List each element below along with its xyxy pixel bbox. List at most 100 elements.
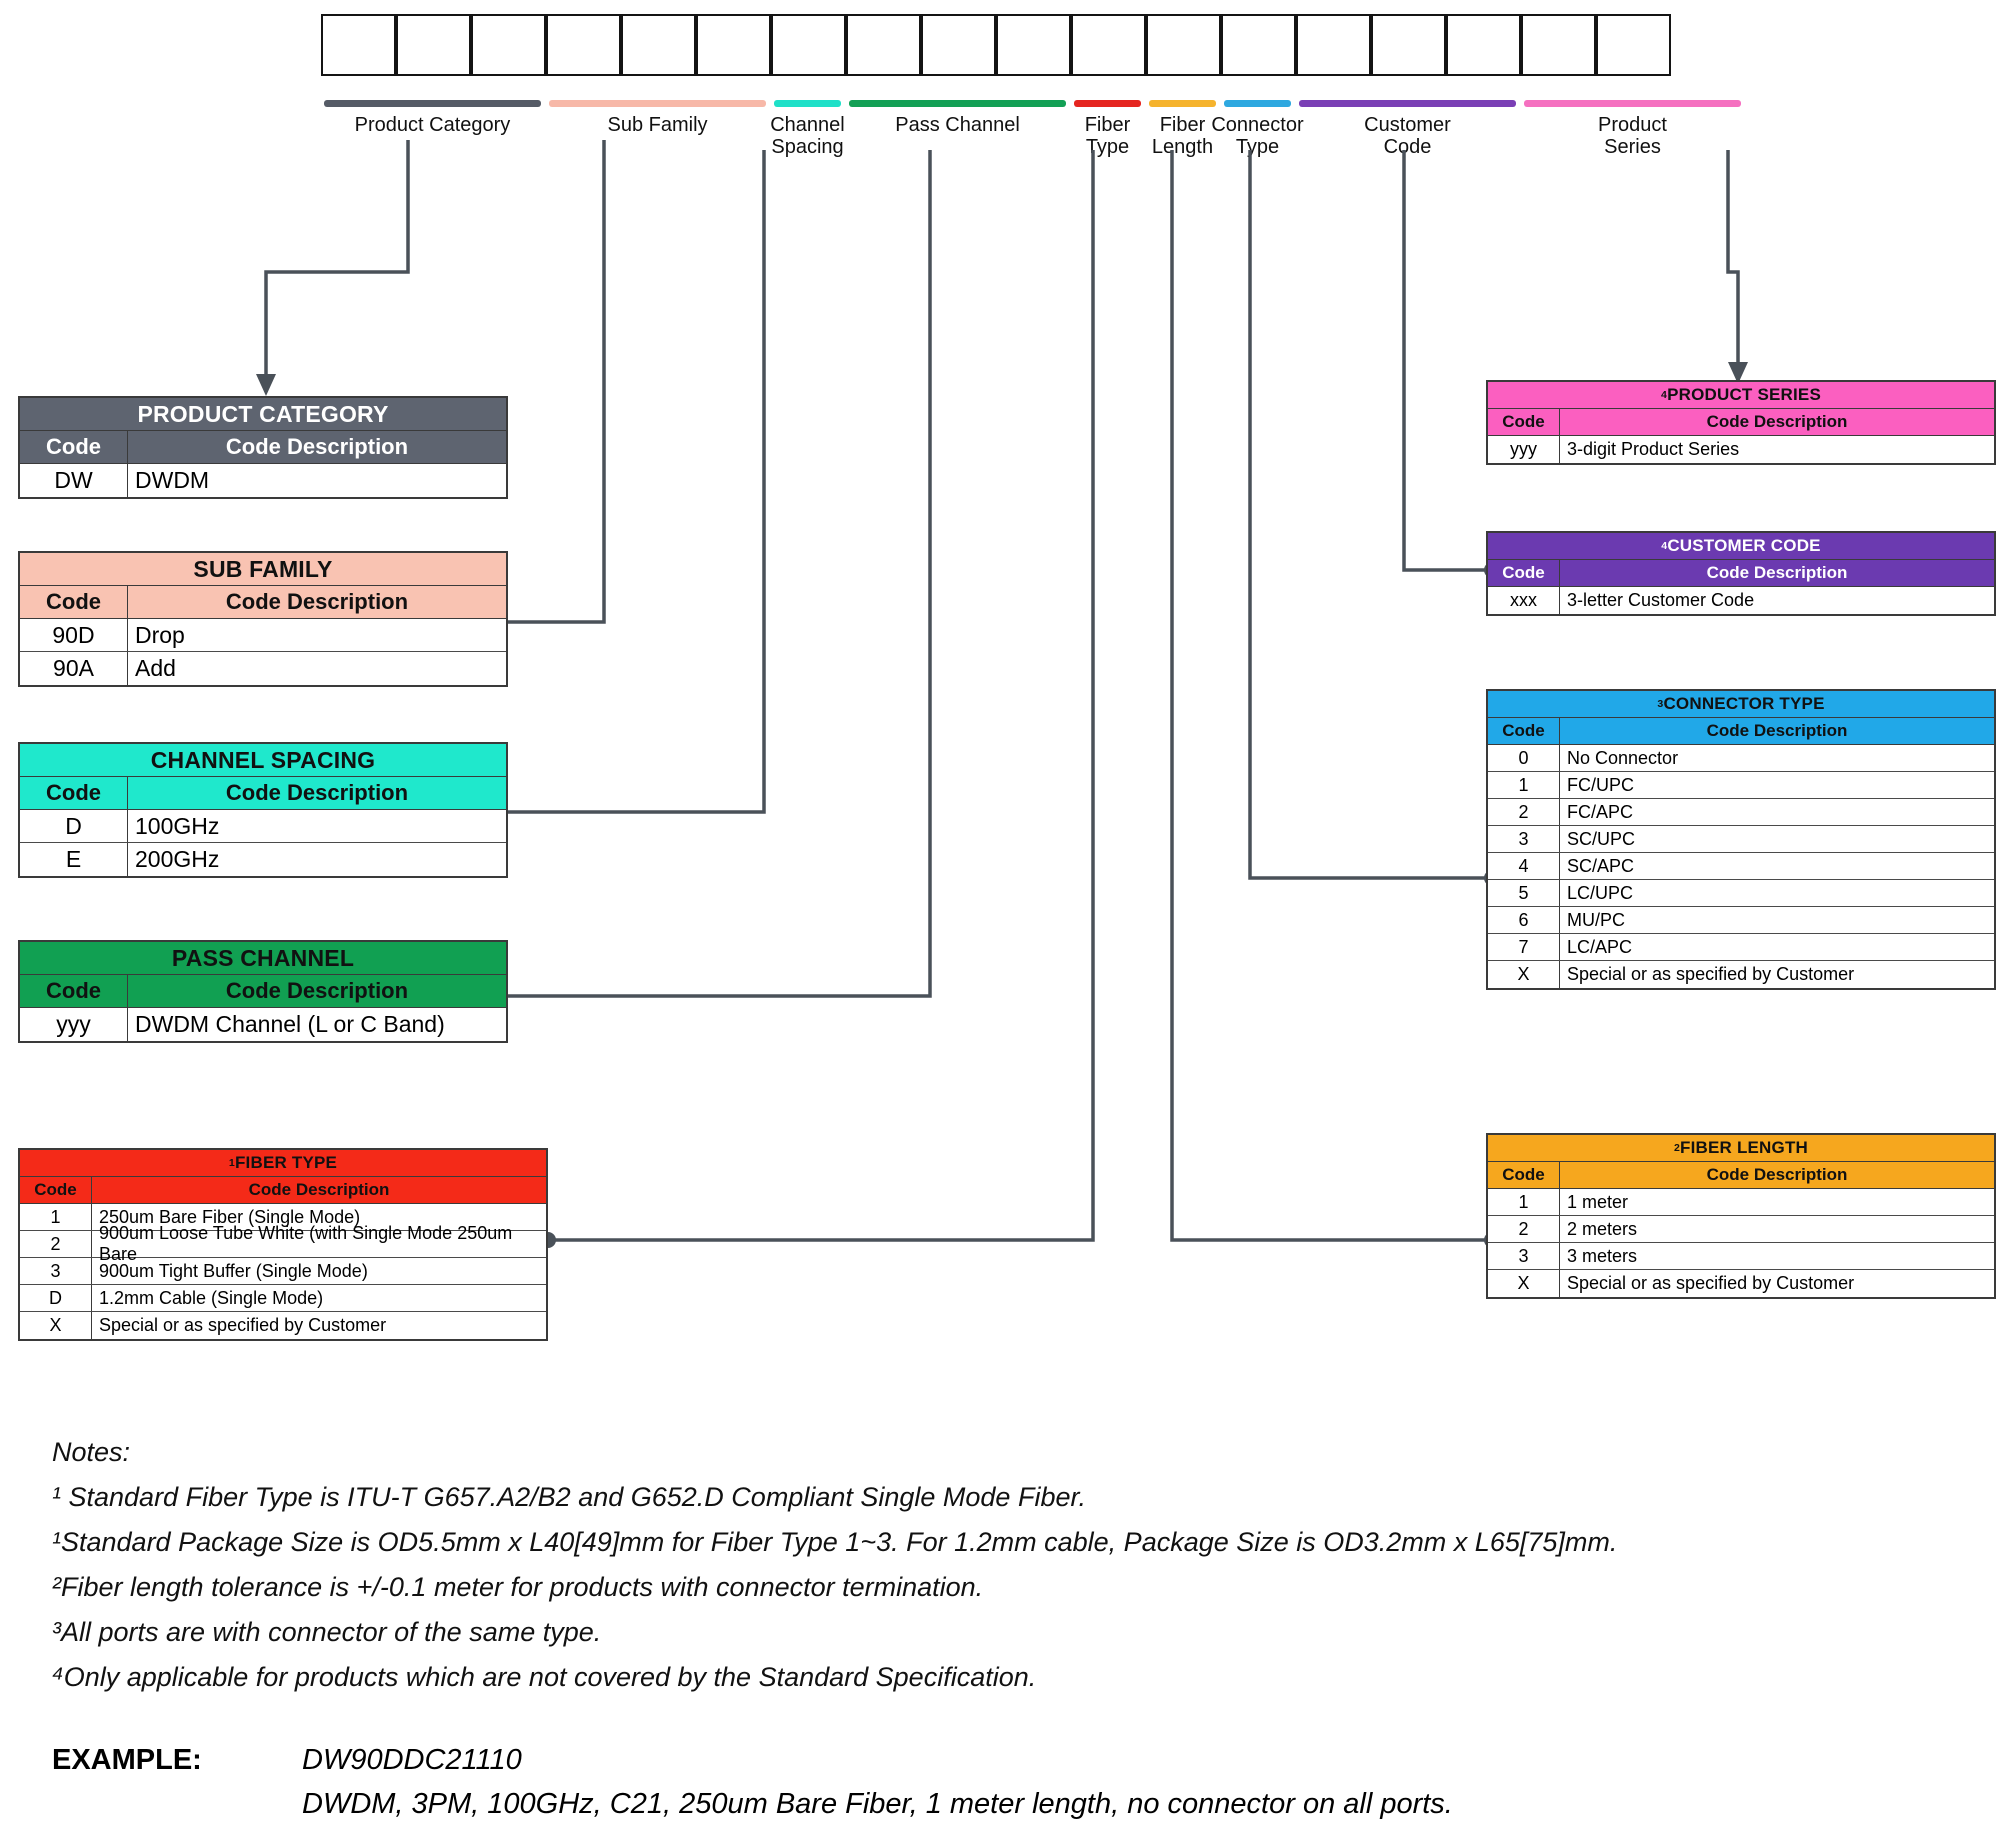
part-number-char-box[interactable]	[1146, 14, 1221, 76]
table-title: PRODUCT CATEGORY	[20, 398, 506, 431]
cell-description: Drop	[135, 621, 185, 648]
column-header: Code Description	[225, 978, 409, 1003]
column-header: Code	[20, 1177, 92, 1203]
cell-description: DWDM	[135, 467, 210, 493]
field-color-bar	[324, 100, 541, 107]
column-header: Code Description	[225, 780, 409, 805]
part-number-char-box[interactable]	[1521, 14, 1596, 76]
cell-code: xxx	[1488, 587, 1560, 614]
table-customer-code: 4 CUSTOMER CODE Code Code Description xxx 3-l…	[1486, 531, 1996, 616]
part-number-char-box[interactable]	[771, 14, 846, 76]
cell-description: Add	[135, 655, 176, 681]
field-color-bar	[1074, 100, 1141, 107]
column-header: Code	[1488, 718, 1560, 744]
column-header: Code	[1488, 560, 1560, 586]
table-row: 6 MU/PC	[1488, 907, 1994, 934]
part-number-char-box[interactable]	[471, 14, 546, 76]
cell-description: SC/APC	[1567, 855, 1635, 876]
cell-code: X	[20, 1312, 92, 1339]
part-number-char-box[interactable]	[996, 14, 1071, 76]
notes-heading: Notes:	[52, 1437, 131, 1467]
table-row: 3 900um Tight Buffer (Single Mode)	[20, 1258, 546, 1285]
table-fiber-length: 2 FIBER LENGTH Code Code Description 1 1 mete…	[1486, 1133, 1996, 1299]
table-row: E 200GHz	[20, 843, 506, 876]
cell-description: 200GHz	[135, 846, 220, 872]
table-title: 4 PRODUCT SERIES	[1488, 382, 1994, 409]
field-label-product-series: Product Series	[1598, 114, 1667, 158]
example-part-number: DW90DDC21110	[302, 1744, 522, 1776]
table-row: D 1.2mm Cable (Single Mode)	[20, 1285, 546, 1312]
notes-section: Notes: ¹ Standard Fiber Type is ITU-T G6…	[52, 1430, 1752, 1700]
table-row: X Special or as specified by Customer	[1488, 961, 1994, 988]
field-color-bar	[549, 100, 766, 107]
field-label-customer-code: Customer Code	[1364, 114, 1451, 158]
part-number-char-box[interactable]	[696, 14, 771, 76]
cell-code: 7	[1488, 934, 1560, 960]
table-sub-family: SUB FAMILY Code Code Description 90D Drop 90A…	[18, 551, 508, 687]
column-header: Code	[20, 586, 128, 618]
cell-description: Special or as specified by Customer	[1567, 1273, 1855, 1293]
part-number-char-box[interactable]	[1446, 14, 1521, 76]
table-fiber-type: 1 FIBER TYPE Code Code Description 1 250um Ba…	[18, 1148, 548, 1341]
cell-description: 2 meters	[1567, 1218, 1638, 1239]
part-number-char-box[interactable]	[1296, 14, 1371, 76]
column-header: Code Description	[248, 1180, 390, 1199]
table-row: 2 2 meters	[1488, 1216, 1994, 1243]
column-header: Code Description	[225, 434, 409, 459]
cell-code: 2	[1488, 1216, 1560, 1242]
cell-description: 900um Tight Buffer (Single Mode)	[99, 1260, 368, 1281]
field-color-bar	[774, 100, 841, 107]
cell-description: FC/APC	[1567, 801, 1634, 822]
table-title: 3 CONNECTOR TYPE	[1488, 691, 1994, 718]
part-number-char-box[interactable]	[396, 14, 471, 76]
column-header: Code	[20, 777, 128, 809]
table-channel-spacing: CHANNEL SPACING Code Code Description D 100G…	[18, 742, 508, 878]
cell-code: 5	[1488, 880, 1560, 906]
table-pass-channel: PASS CHANNEL Code Code Description yyy DWDM …	[18, 940, 508, 1043]
table-header-row: Code Code Description	[20, 975, 506, 1008]
table-row: 90D Drop	[20, 619, 506, 652]
table-connector-type: 3 CONNECTOR TYPE Code Code Description 0 No C…	[1486, 689, 1996, 990]
table-row: 4 SC/APC	[1488, 853, 1994, 880]
cell-code: E	[20, 843, 128, 876]
note-line: ¹Standard Package Size is OD5.5mm x L40[…	[52, 1527, 1618, 1557]
cell-description: SC/UPC	[1567, 828, 1636, 849]
column-header: Code	[1488, 1162, 1560, 1188]
table-row: 1 1 meter	[1488, 1189, 1994, 1216]
cell-code: 3	[1488, 826, 1560, 852]
table-header-row: Code Code Description	[20, 777, 506, 810]
cell-code: yyy	[1488, 436, 1560, 463]
table-header-row: Code Code Description	[1488, 718, 1994, 745]
field-color-bar	[1299, 100, 1516, 107]
part-number-char-box[interactable]	[1221, 14, 1296, 76]
cell-code: 90A	[20, 652, 128, 685]
cell-code: 1	[1488, 1189, 1560, 1215]
table-row: X Special or as specified by Customer	[1488, 1270, 1994, 1297]
part-number-char-box[interactable]	[546, 14, 621, 76]
part-number-char-box[interactable]	[846, 14, 921, 76]
cell-code: DW	[20, 464, 128, 497]
cell-code: 3	[1488, 1243, 1560, 1269]
cell-description: No Connector	[1567, 747, 1679, 768]
cell-code: 90D	[20, 619, 128, 651]
part-number-char-box[interactable]	[921, 14, 996, 76]
part-number-char-box[interactable]	[1071, 14, 1146, 76]
column-header: Code Description	[1706, 1165, 1848, 1184]
cell-description: Special or as specified by Customer	[1567, 964, 1855, 984]
column-header: Code Description	[225, 589, 409, 614]
table-row: 3 3 meters	[1488, 1243, 1994, 1270]
part-number-char-box[interactable]	[321, 14, 396, 76]
part-number-char-box[interactable]	[1596, 14, 1671, 76]
cell-description: 3-letter Customer Code	[1567, 590, 1755, 610]
cell-description: 1 meter	[1567, 1191, 1629, 1212]
table-row: 1 FC/UPC	[1488, 772, 1994, 799]
table-row: 7 LC/APC	[1488, 934, 1994, 961]
cell-description: 3-digit Product Series	[1567, 439, 1740, 459]
table-title: 2 FIBER LENGTH	[1488, 1135, 1994, 1162]
part-number-char-box[interactable]	[621, 14, 696, 76]
part-number-char-box[interactable]	[1371, 14, 1446, 76]
cell-code: X	[1488, 1270, 1560, 1297]
cell-code: D	[20, 1285, 92, 1311]
field-color-bar	[1224, 100, 1291, 107]
cell-description: 3 meters	[1567, 1245, 1638, 1266]
